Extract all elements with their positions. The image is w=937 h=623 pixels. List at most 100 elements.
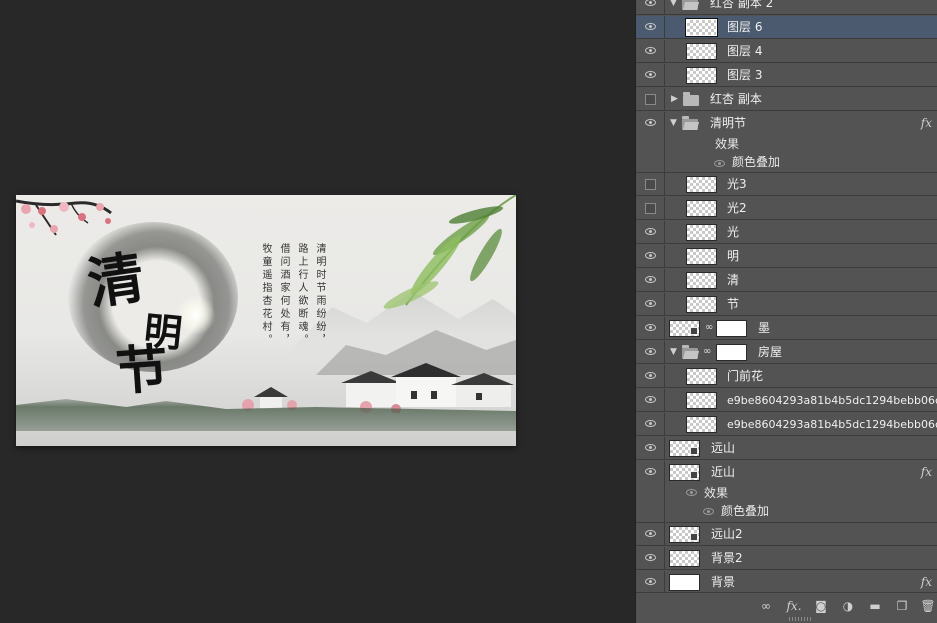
qingming-artwork[interactable]: 清 明 节 清明时节雨纷纷， 路上行人欲断魂。 借问酒家何处有， 牧童遥指杏花村… <box>16 195 516 446</box>
chain-link-icon[interactable]: ∞ <box>703 346 711 358</box>
eye-icon[interactable] <box>645 47 656 54</box>
layer-qing[interactable]: 清 <box>636 269 937 292</box>
color-overlay-label[interactable]: 颜色叠加 <box>732 153 780 172</box>
add-layer-style-icon[interactable]: fx. <box>786 599 802 613</box>
eye-icon[interactable] <box>645 276 656 283</box>
eye-icon[interactable] <box>645 420 656 427</box>
eye-icon[interactable] <box>645 554 656 561</box>
collapse-arrow-icon[interactable]: ▶ <box>671 88 678 111</box>
effects-label[interactable]: 效果 <box>704 484 728 503</box>
visibility-toggle[interactable] <box>636 245 665 267</box>
visibility-toggle[interactable] <box>636 173 665 195</box>
new-layer-icon[interactable]: ❐ <box>894 599 910 613</box>
eye-icon[interactable] <box>645 396 656 403</box>
eye-icon[interactable] <box>703 508 714 515</box>
eye-icon[interactable] <box>686 489 697 496</box>
color-overlay-label[interactable]: 颜色叠加 <box>721 502 769 521</box>
layer-menqianhua[interactable]: 门前花 <box>636 365 937 388</box>
visibility-toggle[interactable] <box>636 293 665 315</box>
eye-icon[interactable] <box>714 160 725 167</box>
eye-icon[interactable] <box>645 324 656 331</box>
layer-jie[interactable]: 节 <box>636 293 937 316</box>
hidden-checkbox[interactable] <box>645 179 656 190</box>
layer-mask-thumbnail[interactable] <box>716 320 747 337</box>
adjustment-layer-icon[interactable]: ◑ <box>840 599 856 613</box>
eye-icon[interactable] <box>645 300 656 307</box>
hidden-checkbox[interactable] <box>645 94 656 105</box>
smart-object-thumbnail <box>669 440 700 457</box>
visibility-toggle[interactable] <box>636 389 665 411</box>
visibility-toggle[interactable] <box>636 64 665 86</box>
eye-icon[interactable] <box>645 119 656 126</box>
eye-icon[interactable] <box>645 530 656 537</box>
visibility-toggle[interactable] <box>636 112 665 135</box>
layer-tuceng-3[interactable]: 图层 3 <box>636 64 937 87</box>
chain-link-icon[interactable]: ∞ <box>705 322 713 334</box>
effects-vis-column <box>636 135 665 172</box>
layers-panel[interactable]: ▼ 红杏 副本 2 图层 6 图层 4 图层 3 ▶ 红杏 副本 ▼ 清明节 f… <box>635 0 937 623</box>
layer-yuanshan[interactable]: 远山 <box>636 437 937 460</box>
visibility-toggle[interactable] <box>636 365 665 387</box>
layer-yuanshan2[interactable]: 远山2 <box>636 523 937 546</box>
layer-group-hongxing-copy[interactable]: ▶ 红杏 副本 <box>636 88 937 111</box>
hidden-checkbox[interactable] <box>645 203 656 214</box>
expand-arrow-icon[interactable]: ▼ <box>670 112 677 135</box>
visibility-toggle[interactable] <box>636 437 665 459</box>
visibility-toggle[interactable] <box>636 523 665 545</box>
visibility-toggle[interactable] <box>636 317 665 339</box>
layer-group-fangwu[interactable]: ▼ ∞ 房屋 <box>636 341 937 364</box>
layer-guang2[interactable]: 光2 <box>636 197 937 220</box>
layer-jinshan[interactable]: 近山 fx <box>636 461 937 484</box>
layer-guang[interactable]: 光 <box>636 221 937 244</box>
eye-icon[interactable] <box>645 372 656 379</box>
eye-icon[interactable] <box>645 578 656 585</box>
effects-label[interactable]: 效果 <box>715 135 739 154</box>
expand-arrow-icon[interactable]: ▼ <box>670 0 677 15</box>
layer-group-qingmingjie[interactable]: ▼ 清明节 fx <box>636 112 937 135</box>
eye-icon[interactable] <box>645 71 656 78</box>
visibility-toggle[interactable] <box>636 197 665 219</box>
layer-name: 清明节 <box>710 116 747 130</box>
smart-object-thumbnail <box>669 526 700 543</box>
visibility-toggle[interactable] <box>636 16 665 38</box>
new-group-folder-icon[interactable]: ▬ <box>867 599 883 613</box>
expand-arrow-icon[interactable]: ▼ <box>670 341 677 364</box>
resize-grip[interactable] <box>789 617 811 621</box>
eye-icon[interactable] <box>645 0 656 6</box>
eye-icon[interactable] <box>645 468 656 475</box>
layer-group-hongxing-copy2[interactable]: ▼ 红杏 副本 2 <box>636 0 937 15</box>
layer-mo[interactable]: ∞ 墨 <box>636 317 937 340</box>
add-mask-icon[interactable]: ◙ <box>813 599 829 613</box>
visibility-toggle[interactable] <box>636 40 665 62</box>
visibility-toggle[interactable] <box>636 461 665 484</box>
eye-icon[interactable] <box>645 228 656 235</box>
visibility-toggle[interactable] <box>636 221 665 243</box>
visibility-toggle[interactable] <box>636 571 665 593</box>
eye-icon[interactable] <box>645 23 656 30</box>
fx-badge-icon[interactable]: fx <box>921 571 932 594</box>
eye-icon[interactable] <box>645 348 656 355</box>
document-canvas-area[interactable]: 清 明 节 清明时节雨纷纷， 路上行人欲断魂。 借问酒家何处有， 牧童遥指杏花村… <box>0 0 634 623</box>
layer-guang3[interactable]: 光3 <box>636 173 937 196</box>
eye-icon[interactable] <box>645 444 656 451</box>
layer-ming[interactable]: 明 <box>636 245 937 268</box>
layer-tuceng-4[interactable]: 图层 4 <box>636 40 937 63</box>
visibility-toggle[interactable] <box>636 341 665 363</box>
smart-object-thumbnail <box>669 464 700 481</box>
trash-icon[interactable]: 🗑 <box>920 599 936 613</box>
eye-icon[interactable] <box>645 252 656 259</box>
visibility-toggle[interactable] <box>636 88 665 110</box>
layer-tuceng-6[interactable]: 图层 6 <box>636 16 937 39</box>
layer-e9be-2[interactable]: e9be8604293a81b4b5dc1294bebb06c0... <box>636 413 937 436</box>
visibility-toggle[interactable] <box>636 413 665 435</box>
layer-beijing2[interactable]: 背景2 <box>636 547 937 570</box>
visibility-toggle[interactable] <box>636 547 665 569</box>
layer-beijing[interactable]: 背景 fx <box>636 571 937 594</box>
link-layers-icon[interactable]: ∞ <box>758 599 774 613</box>
fx-badge-icon[interactable]: fx <box>921 112 932 135</box>
visibility-toggle[interactable] <box>636 269 665 291</box>
layer-mask-thumbnail[interactable] <box>716 344 747 361</box>
visibility-toggle[interactable] <box>636 0 665 14</box>
fx-badge-icon[interactable]: fx <box>921 461 932 484</box>
layer-e9be-1[interactable]: e9be8604293a81b4b5dc1294bebb06c0... <box>636 389 937 412</box>
